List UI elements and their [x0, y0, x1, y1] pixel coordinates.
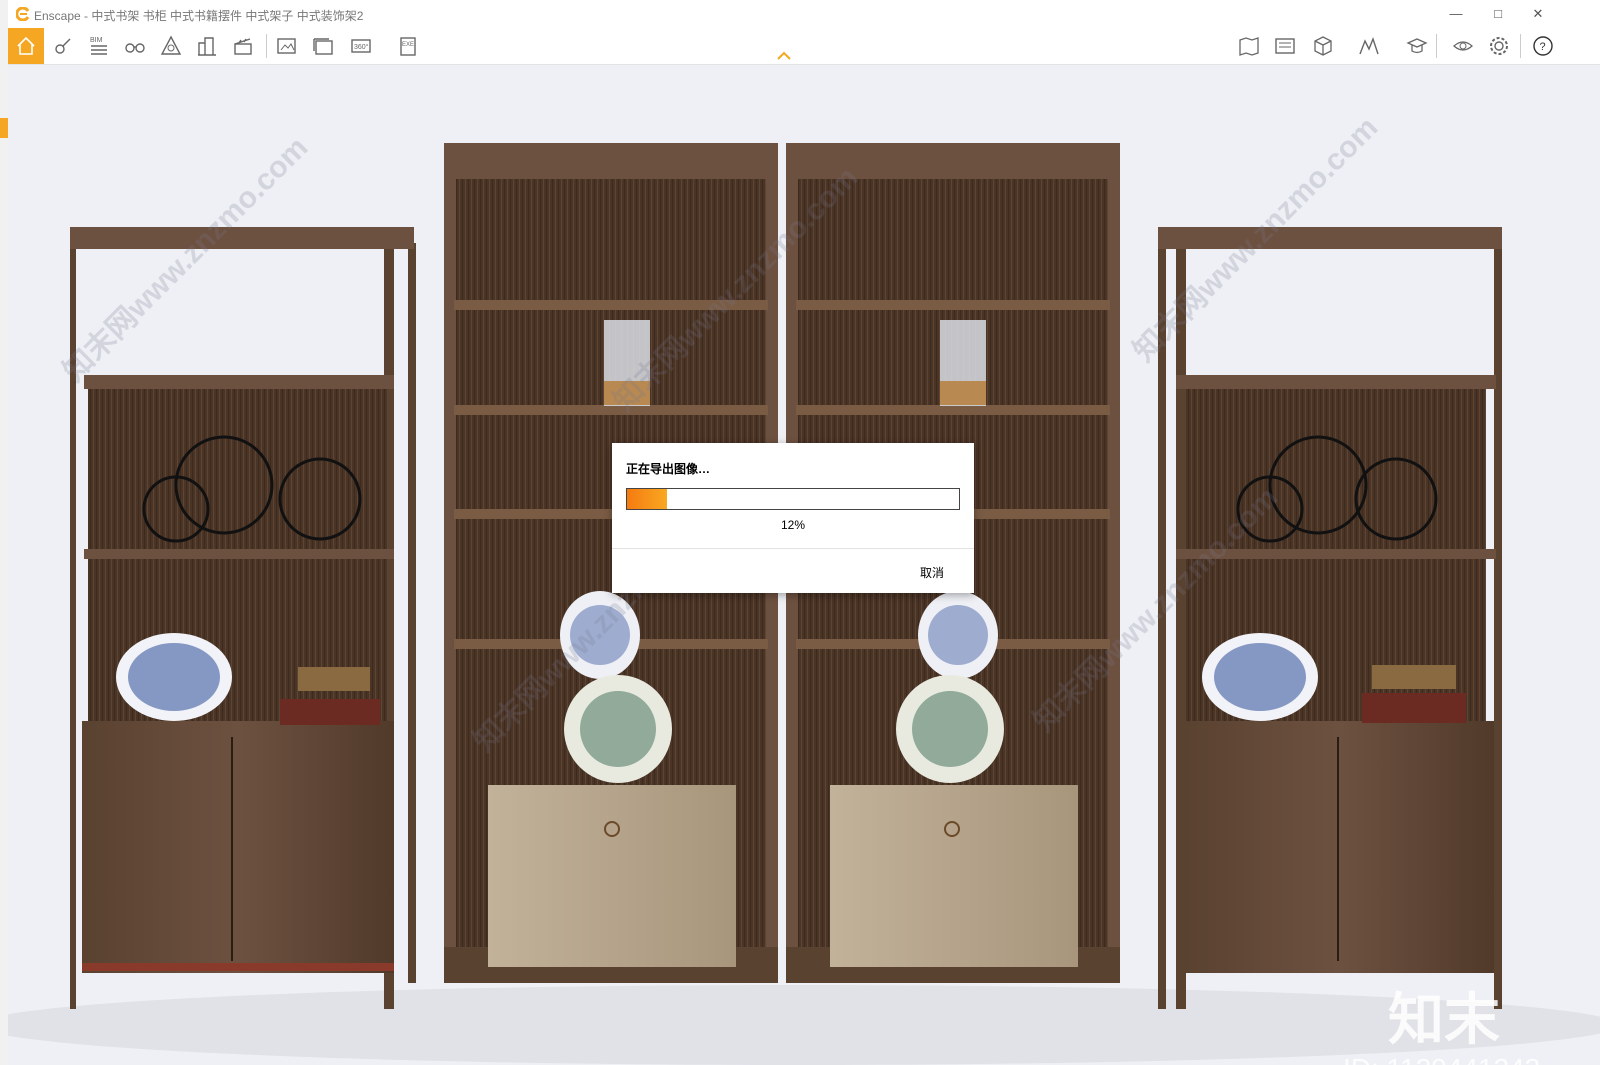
maximize-icon[interactable]: □ — [1478, 0, 1518, 28]
svg-text:?: ? — [1540, 41, 1546, 53]
cube-icon[interactable] — [1308, 31, 1338, 61]
cancel-button[interactable]: 取消 — [920, 564, 944, 581]
binoculars-icon[interactable] — [120, 31, 150, 61]
screenshot-icon[interactable] — [272, 31, 302, 61]
svg-text:BIM: BIM — [90, 37, 103, 44]
clapperboard-icon[interactable] — [228, 31, 258, 61]
progress-bar — [626, 488, 960, 510]
buildings-icon[interactable] — [192, 31, 222, 61]
brand-watermark: 知末 — [1388, 988, 1500, 1051]
gear-icon[interactable] — [1484, 31, 1514, 61]
map-icon[interactable] — [1234, 31, 1264, 61]
progress-percent: 12% — [780, 518, 806, 532]
background-tab-marker — [0, 118, 8, 138]
window-title: Enscape - 中式书架 书柜 中式书籍摆件 中式架子 中式装饰架2 — [34, 9, 364, 23]
svg-text:EXE: EXE — [402, 42, 414, 48]
export-progress-dialog: 正在导出图像… 12% 取消 — [612, 443, 974, 593]
gallery-icon[interactable] — [1270, 31, 1300, 61]
chevron-up-icon[interactable] — [776, 50, 792, 62]
help-icon[interactable]: ? — [1528, 31, 1558, 61]
toolbar-separator — [266, 34, 267, 58]
batch-render-icon[interactable] — [308, 31, 338, 61]
toolbar-separator — [1436, 34, 1437, 58]
dialog-divider — [612, 548, 974, 549]
progress-fill — [627, 489, 667, 509]
chart-mountains-icon[interactable] — [1354, 31, 1384, 61]
export-exe-icon[interactable]: EXE — [394, 31, 424, 61]
graduation-cap-icon[interactable] — [1402, 31, 1432, 61]
panorama-360-icon[interactable]: 360° — [346, 31, 376, 61]
triangle-asset-icon[interactable] — [156, 31, 186, 61]
dialog-title: 正在导出图像… — [626, 462, 711, 476]
toolbar-separator — [1520, 34, 1521, 58]
close-icon[interactable]: ✕ — [1518, 0, 1558, 28]
title-bar: Enscape - 中式书架 书柜 中式书籍摆件 中式架子 中式装饰架2 — □… — [8, 0, 1600, 28]
eye-icon[interactable] — [1448, 31, 1478, 61]
svg-text:360°: 360° — [354, 43, 369, 51]
toolbar: BIM 360° EXE ? — [8, 28, 1600, 65]
walk-mode-icon[interactable] — [48, 31, 78, 61]
id-watermark: ID: 1129441243 — [1343, 1053, 1540, 1065]
enscape-window: Enscape - 中式书架 书柜 中式书籍摆件 中式架子 中式装饰架2 — □… — [8, 0, 1600, 1065]
minimize-icon[interactable]: — — [1436, 0, 1476, 28]
enscape-logo-icon — [16, 7, 30, 21]
home-icon[interactable] — [8, 28, 44, 64]
bim-icon[interactable]: BIM — [84, 31, 114, 61]
